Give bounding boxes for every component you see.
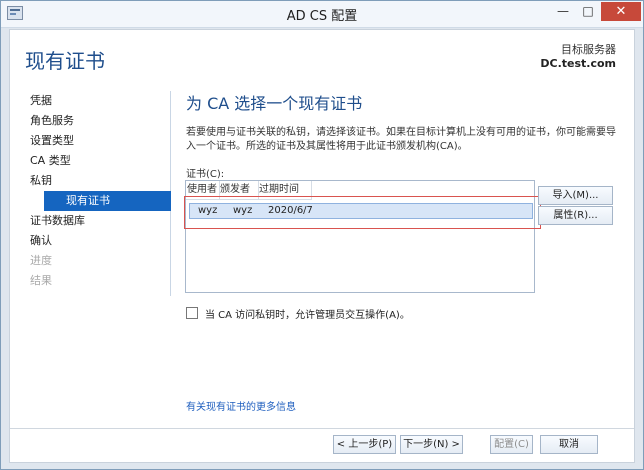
table-row[interactable]: wyz wyz 2020/6/7 — [189, 203, 533, 219]
close-button[interactable]: ✕ — [601, 2, 641, 21]
next-button[interactable]: 下一步(N) > — [400, 435, 463, 454]
target-server-label: 目标服务器 — [561, 43, 616, 56]
section-title: 为 CA 选择一个现有证书 — [186, 94, 363, 113]
admin-interaction-checkbox[interactable] — [186, 307, 198, 319]
cell-expiration: 2020/6/7 — [268, 205, 313, 216]
nav-item-cert-database[interactable]: 证书数据库 — [30, 211, 170, 231]
admin-interaction-label: 当 CA 访问私钥时，允许管理员交互操作(A)。 — [205, 310, 410, 321]
target-server-name: DC.test.com — [540, 57, 616, 70]
cell-issuer: wyz — [233, 205, 253, 216]
configure-button: 配置(C) — [490, 435, 533, 454]
admin-interaction-option[interactable]: 当 CA 访问私钥时，允许管理员交互操作(A)。 — [186, 306, 410, 321]
nav-item-role-services[interactable]: 角色服务 — [30, 111, 170, 131]
column-expiration[interactable]: 过期时间 — [259, 181, 312, 199]
title-bar: AD CS 配置 — □ ✕ — [1, 1, 643, 28]
list-header: 使用者 颁发者 过期时间 — [186, 181, 312, 200]
certificate-list[interactable]: 使用者 颁发者 过期时间 wyz wyz 2020/6/7 — [185, 180, 535, 293]
nav-item-credentials[interactable]: 凭据 — [30, 91, 170, 111]
import-button[interactable]: 导入(M)... — [538, 186, 613, 205]
certificates-label: 证书(C): — [186, 169, 225, 180]
nav-item-results: 结果 — [30, 274, 52, 287]
nav-item-private-key[interactable]: 私钥 — [30, 171, 170, 191]
nav-item-confirmation[interactable]: 确认 — [30, 231, 170, 251]
window-title: AD CS 配置 — [286, 9, 358, 24]
wizard-content: 现有证书 目标服务器 DC.test.com 凭据 角色服务 设置类型 CA 类… — [9, 29, 635, 463]
description-text: 若要使用与证书关联的私钥，请选择该证书。如果在目标计算机上没有可用的证书，你可能… — [186, 127, 616, 152]
back-button[interactable]: < 上一步(P) — [333, 435, 396, 454]
column-subject[interactable]: 使用者 — [187, 181, 220, 199]
nav-item-progress: 进度 — [30, 254, 52, 267]
more-info-link[interactable]: 有关现有证书的更多信息 — [186, 398, 296, 413]
cell-subject: wyz — [198, 205, 218, 216]
nav-item-ca-type[interactable]: CA 类型 — [30, 151, 170, 171]
page-title: 现有证书 — [25, 49, 105, 73]
properties-button[interactable]: 属性(R)... — [538, 206, 613, 225]
minimize-button[interactable]: — — [551, 2, 575, 21]
column-issuer[interactable]: 颁发者 — [220, 181, 259, 199]
nav-item-setup-type[interactable]: 设置类型 — [30, 131, 170, 151]
cancel-button[interactable]: 取消 — [540, 435, 598, 454]
adcs-config-window: AD CS 配置 — □ ✕ 现有证书 目标服务器 DC.test.com 凭据… — [0, 0, 644, 470]
maximize-button[interactable]: □ — [576, 2, 600, 21]
nav-item-existing-certificate[interactable]: 现有证书 — [44, 191, 171, 211]
footer-divider — [10, 428, 634, 429]
wizard-nav: 凭据 角色服务 设置类型 CA 类型 私钥 现有证书 证书数据库 确认 进度 结… — [30, 91, 171, 296]
